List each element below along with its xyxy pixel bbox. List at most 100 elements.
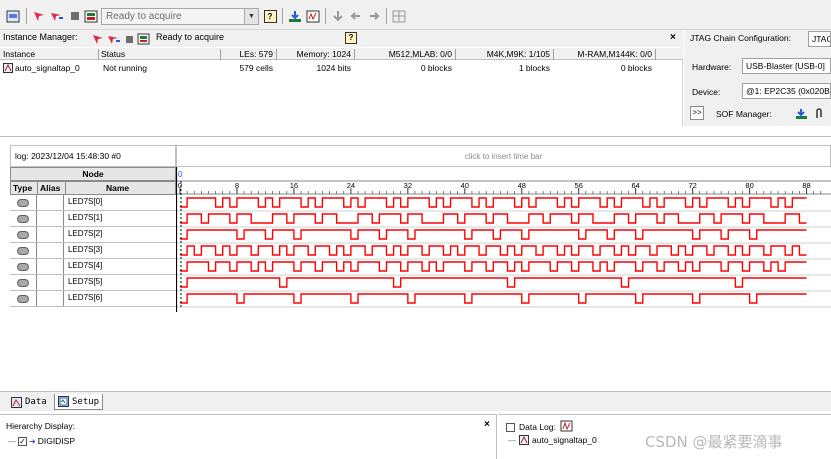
- attach-file-icon[interactable]: [810, 105, 828, 123]
- table-row[interactable]: auto_signaltap_0 Not running 579 cells 1…: [0, 30, 683, 80]
- time-tick-label: 88: [802, 181, 810, 190]
- autorun-analysis-icon[interactable]: [48, 7, 66, 25]
- undo-icon[interactable]: [347, 7, 365, 25]
- tab-data[interactable]: Data: [8, 394, 50, 410]
- signal-row[interactable]: LED7S[6]: [10, 291, 176, 307]
- signal-type-cell: [10, 291, 37, 306]
- signal-waveform[interactable]: [180, 293, 807, 304]
- log-label: log: 2023/12/04 15:48:30 #0: [10, 145, 176, 167]
- data-log-item[interactable]: — auto_signaltap_0: [508, 435, 597, 445]
- signal-type-cell: [10, 227, 37, 242]
- type-column-header: Type: [13, 183, 33, 193]
- time-tick-label: 40: [461, 181, 469, 190]
- data-log-item-label: auto_signaltap_0: [532, 435, 597, 445]
- jtag-chain-panel: JTAG Chain Configuration: JTAG Hardware:…: [684, 30, 831, 126]
- signal-waveform[interactable]: [180, 277, 807, 288]
- node-type-icon: [17, 246, 29, 255]
- signal-name: LED7S[2]: [68, 229, 103, 238]
- help-icon[interactable]: ?: [261, 7, 279, 25]
- hierarchy-display: Hierarchy Display: × — ✓ ➜ DIGIDISP: [0, 414, 497, 459]
- watermark-text: CSDN @最紧要滴事: [645, 433, 783, 451]
- main-toolbar: Ready to acquire ▼ ?: [0, 0, 831, 30]
- signal-row[interactable]: LED7S[5]: [10, 275, 176, 291]
- program-device-icon[interactable]: [792, 105, 810, 123]
- device-label: Device:: [692, 87, 721, 97]
- signal-waveform[interactable]: [180, 213, 807, 224]
- status-combo[interactable]: Ready to acquire ▼: [101, 8, 259, 25]
- signal-waveform[interactable]: [180, 229, 807, 240]
- signal-waveform[interactable]: [180, 197, 807, 208]
- instance-les: 579 cells: [239, 63, 273, 73]
- jtag-file-field[interactable]: JTAG: [808, 31, 831, 47]
- tree-line-icon: —: [508, 435, 516, 445]
- signal-waveform[interactable]: [180, 261, 807, 272]
- import-icon[interactable]: [329, 7, 347, 25]
- signaltap-instance-icon: [519, 435, 529, 445]
- instance-m4k: 1 blocks: [518, 63, 550, 73]
- signal-row[interactable]: LED7S[2]: [10, 227, 176, 243]
- read-data-icon[interactable]: [82, 7, 100, 25]
- signal-name: LED7S[1]: [68, 213, 103, 222]
- time-tick-label: 80: [745, 181, 753, 190]
- instance-status: Not running: [103, 63, 147, 73]
- view-tabs: Data Setup: [0, 391, 831, 411]
- program-device-icon[interactable]: [286, 7, 304, 25]
- toolbar-divider: [325, 8, 326, 24]
- signal-type-cell: [10, 211, 37, 226]
- node-header: Node: [10, 167, 176, 181]
- node-type-icon: [17, 294, 29, 303]
- instance-m512: 0 blocks: [420, 63, 452, 73]
- signal-alias-cell: [37, 243, 64, 258]
- node-type-icon: [17, 278, 29, 287]
- time-tick-label: 24: [347, 181, 355, 190]
- waveform-export-icon[interactable]: [304, 7, 322, 25]
- signal-type-cell: [10, 259, 37, 274]
- instance-manager: Instance Manager: Ready to acquire ? × I…: [0, 30, 683, 126]
- data-log-icon[interactable]: [560, 420, 573, 434]
- signaltap-instance-icon: [3, 63, 13, 73]
- toolbar-divider: [386, 8, 387, 24]
- signal-name: LED7S[4]: [68, 261, 103, 270]
- hardware-field[interactable]: USB-Blaster [USB-0]: [742, 58, 831, 74]
- signal-name: LED7S[5]: [68, 277, 103, 286]
- signal-alias-cell: [37, 195, 64, 210]
- chevron-down-icon[interactable]: ▼: [244, 9, 258, 24]
- signal-name: LED7S[6]: [68, 293, 103, 302]
- entity-icon: ➜: [29, 436, 36, 446]
- column-divider: [37, 182, 38, 195]
- signal-row[interactable]: LED7S[3]: [10, 243, 176, 259]
- signal-alias-cell: [37, 275, 64, 290]
- signal-alias-cell: [37, 291, 64, 306]
- hardware-label: Hardware:: [692, 62, 732, 72]
- tree-line-icon: —: [8, 436, 16, 446]
- run-analysis-icon[interactable]: [30, 7, 48, 25]
- signal-type-cell: [10, 243, 37, 258]
- close-icon[interactable]: ×: [484, 419, 490, 430]
- signal-name: LED7S[0]: [68, 197, 103, 206]
- time-tick-label: 56: [575, 181, 583, 190]
- instance-name: auto_signaltap_0: [15, 63, 80, 73]
- tab-label: Setup: [72, 396, 100, 407]
- node-type-icon: [17, 214, 29, 223]
- signal-waveform[interactable]: [180, 245, 807, 256]
- data-icon: [11, 396, 22, 408]
- jtag-title: JTAG Chain Configuration:: [690, 33, 791, 43]
- insert-time-bar-hint[interactable]: click to insert time bar: [176, 145, 831, 167]
- signal-row[interactable]: LED7S[4]: [10, 259, 176, 275]
- redo-icon[interactable]: [365, 7, 383, 25]
- device-field[interactable]: @1: EP2C35 (0x020B: [742, 83, 831, 99]
- expand-sof-button[interactable]: >>: [690, 106, 704, 120]
- hierarchy-item[interactable]: — ✓ ➜ DIGIDISP: [8, 436, 75, 446]
- tab-setup[interactable]: Setup: [54, 394, 104, 410]
- instance-mram: 0 blocks: [620, 63, 652, 73]
- signal-row[interactable]: LED7S[1]: [10, 211, 176, 227]
- grid-icon[interactable]: [390, 7, 408, 25]
- toolbar-divider: [282, 8, 283, 24]
- instance-icon[interactable]: [4, 7, 22, 25]
- signal-row[interactable]: LED7S[0]: [10, 195, 176, 211]
- hierarchy-checkbox[interactable]: ✓: [18, 436, 27, 446]
- data-log-checkbox[interactable]: [506, 422, 515, 432]
- signal-name: LED7S[3]: [68, 245, 103, 254]
- cursor-label: 0: [178, 170, 183, 179]
- waveform-canvas[interactable]: 00 8 16 24 32 40 48 56 64 72 80 88: [176, 167, 831, 312]
